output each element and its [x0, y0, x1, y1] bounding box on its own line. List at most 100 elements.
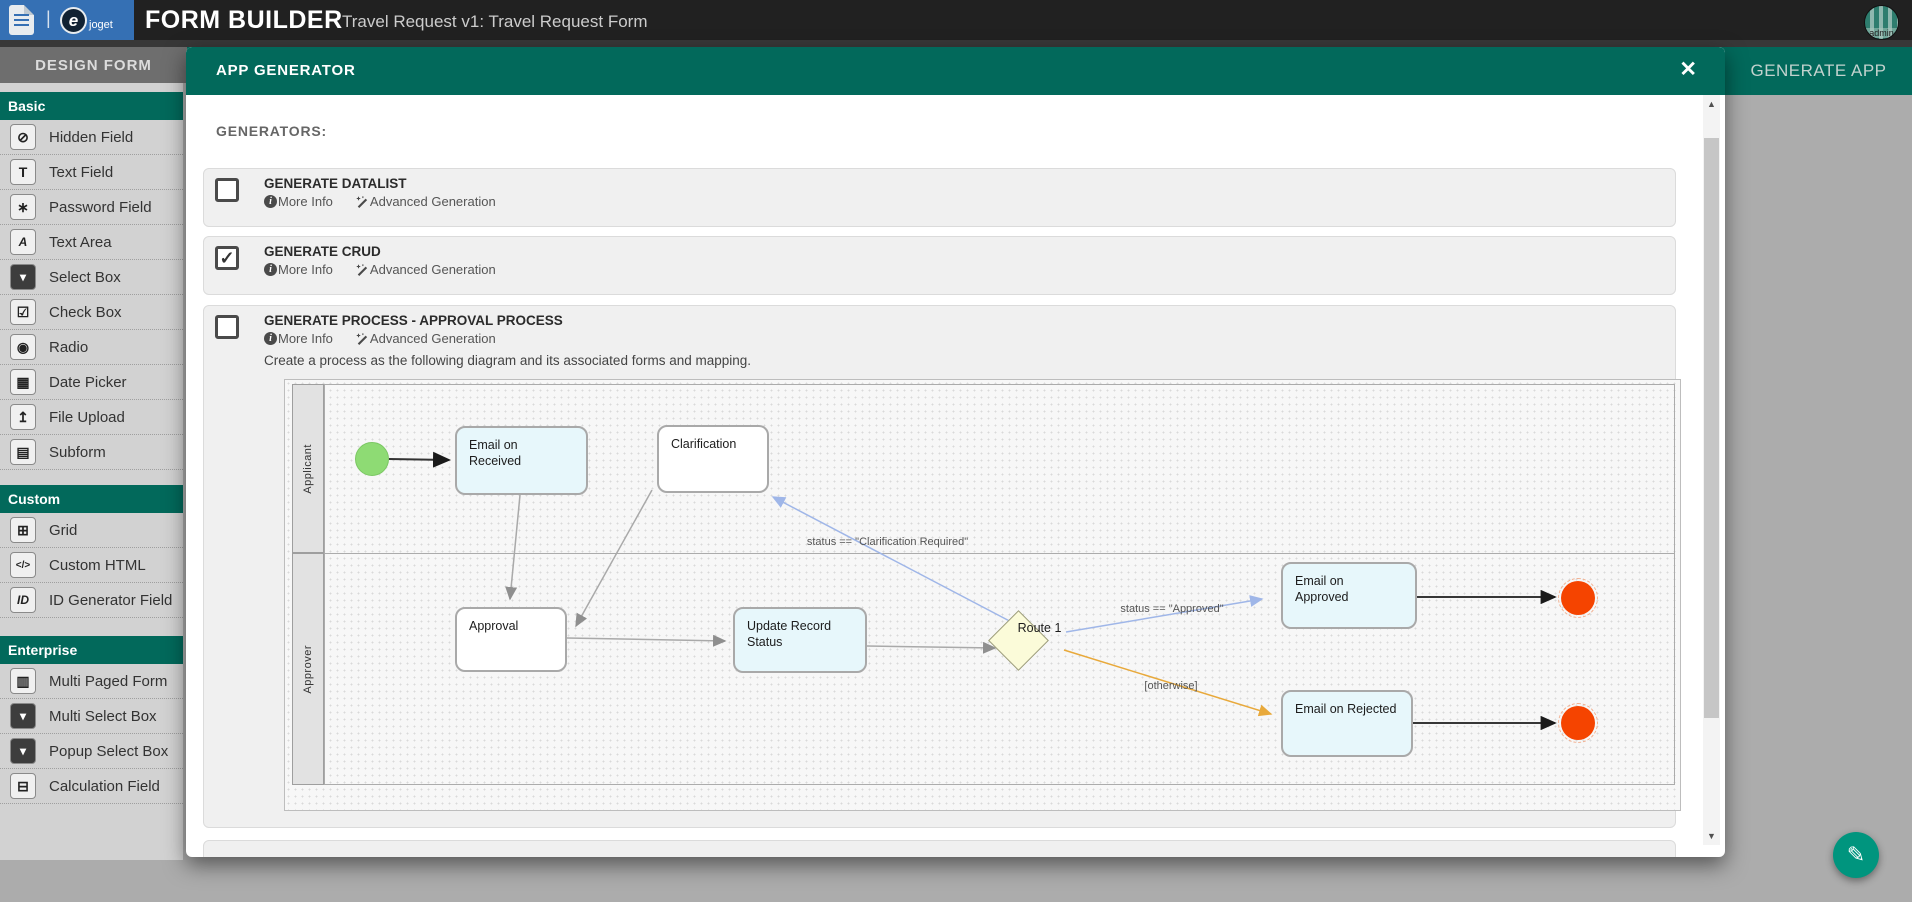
- info-icon: i: [264, 332, 277, 345]
- radio-icon: ◉: [10, 334, 36, 360]
- crud-checkbox[interactable]: ✓: [215, 246, 239, 270]
- id-icon: ID: [10, 587, 36, 613]
- advanced-generation-link[interactable]: Advanced Generation: [370, 331, 496, 346]
- palette-item-label: Check Box: [49, 304, 122, 321]
- joget-logo-icon[interactable]: e: [60, 7, 87, 34]
- close-icon[interactable]: ✕: [1679, 59, 1697, 80]
- advanced-generation-link[interactable]: Advanced Generation: [370, 194, 496, 209]
- more-info-link[interactable]: More Info: [278, 262, 333, 277]
- route1-label: Route 1: [997, 621, 1082, 635]
- palette-item-label: Hidden Field: [49, 129, 133, 146]
- datalist-checkbox[interactable]: [215, 178, 239, 202]
- task-email-on-rejected: Email on Rejected: [1281, 690, 1413, 757]
- generator-title: GENERATE PROCESS - APPROVAL PROCESS: [264, 313, 563, 328]
- edit-fab[interactable]: ✎: [1833, 832, 1879, 878]
- dialog-title: APP GENERATOR: [216, 62, 356, 79]
- magic-wand-icon: [355, 332, 369, 346]
- sidebar-item-multi-select-box[interactable]: ▾ Multi Select Box: [0, 699, 183, 734]
- palette-item-label: Password Field: [49, 199, 152, 216]
- logo-divider: |: [46, 8, 51, 29]
- palette-item-label: Select Box: [49, 269, 121, 286]
- more-info-link[interactable]: More Info: [278, 331, 333, 346]
- sidebar-item-text-field[interactable]: T Text Field: [0, 155, 183, 190]
- lane-divider: [325, 553, 1674, 554]
- scrollbar-thumb[interactable]: [1704, 138, 1719, 718]
- palette-item-label: Multi Paged Form: [49, 673, 167, 690]
- grid-icon: ⊞: [10, 517, 36, 543]
- check-box-icon: ☑: [10, 299, 36, 325]
- lane-label-applicant: Applicant: [292, 384, 324, 553]
- approval-process-diagram: Applicant Approver: [284, 379, 1681, 811]
- joget-logo-text: joget: [89, 19, 113, 31]
- palette-item-label: Custom HTML: [49, 557, 146, 574]
- sidebar-item-text-area[interactable]: A Text Area: [0, 225, 183, 260]
- generator-title: GENERATE CRUD: [264, 244, 381, 259]
- generator-row-datalist: GENERATE DATALIST i More Info Advanced G…: [203, 168, 1676, 227]
- sidebar-item-subform[interactable]: ▤ Subform: [0, 435, 183, 470]
- dialog-header: APP GENERATOR ✕: [186, 47, 1725, 95]
- info-icon: i: [264, 195, 277, 208]
- sidebar-item-radio[interactable]: ◉ Radio: [0, 330, 183, 365]
- palette-section-enterprise: Enterprise: [0, 636, 183, 664]
- task-update-record-status: Update Record Status: [733, 607, 867, 673]
- scroll-down-icon[interactable]: ▼: [1703, 827, 1720, 845]
- sidebar-item-calculation-field[interactable]: ⊟ Calculation Field: [0, 769, 183, 804]
- app-generator-dialog: APP GENERATOR ✕ GENERATORS: GENERATE DAT…: [186, 47, 1725, 857]
- form-element-palette: Basic ⊘ Hidden Field T Text Field ∗ Pass…: [0, 83, 183, 860]
- scroll-up-icon[interactable]: ▲: [1703, 95, 1720, 113]
- document-icon[interactable]: [9, 5, 34, 35]
- generators-heading: GENERATORS:: [216, 123, 327, 139]
- generator-row-crud: ✓ GENERATE CRUD i More Info Advanced Gen…: [203, 236, 1676, 295]
- code-icon: </>: [10, 552, 36, 578]
- sidebar-item-date-picker[interactable]: ▦ Date Picker: [0, 365, 183, 400]
- palette-item-label: ID Generator Field: [49, 592, 172, 609]
- sidebar-item-hidden-field[interactable]: ⊘ Hidden Field: [0, 120, 183, 155]
- sidebar-item-grid[interactable]: ⊞ Grid: [0, 513, 183, 548]
- text-field-icon: T: [10, 159, 36, 185]
- calendar-icon: ▦: [10, 369, 36, 395]
- sidebar-item-password-field[interactable]: ∗ Password Field: [0, 190, 183, 225]
- process-checkbox[interactable]: [215, 315, 239, 339]
- palette-section-basic: Basic: [0, 92, 183, 120]
- sidebar-item-select-box[interactable]: ▾ Select Box: [0, 260, 183, 295]
- modal-scrollbar: ▲ ▼: [1703, 95, 1720, 845]
- multi-select-box-icon: ▾: [10, 703, 36, 729]
- multi-paged-form-icon: ▥: [10, 668, 36, 694]
- upload-icon: ↥: [10, 404, 36, 430]
- user-avatar[interactable]: admin: [1864, 5, 1899, 40]
- task-clarification: Clarification: [657, 425, 769, 493]
- password-field-icon: ∗: [10, 194, 36, 220]
- generator-row-process: GENERATE PROCESS - APPROVAL PROCESS i Mo…: [203, 305, 1676, 828]
- task-approval: Approval: [455, 607, 567, 672]
- sidebar-item-file-upload[interactable]: ↥ File Upload: [0, 400, 183, 435]
- magic-wand-icon: [355, 263, 369, 277]
- subform-icon: ▤: [10, 439, 36, 465]
- end-node-rejected: [1561, 706, 1595, 740]
- start-node: [355, 442, 389, 476]
- avatar-label: admin: [1865, 28, 1898, 38]
- app-title: FORM BUILDER: [145, 6, 343, 35]
- generator-row-partial: [203, 840, 1676, 857]
- palette-item-label: Text Field: [49, 164, 113, 181]
- sidebar-item-custom-html[interactable]: </> Custom HTML: [0, 548, 183, 583]
- app-subtitle: Travel Request v1: Travel Request Form: [342, 12, 648, 32]
- palette-item-label: Radio: [49, 339, 88, 356]
- sidebar-item-id-generator-field[interactable]: ID ID Generator Field: [0, 583, 183, 618]
- edge-label-otherwise: [otherwise]: [1131, 680, 1211, 692]
- sidebar-item-check-box[interactable]: ☑ Check Box: [0, 295, 183, 330]
- more-info-link[interactable]: More Info: [278, 194, 333, 209]
- edge-label-approved: status == "Approved": [1112, 603, 1232, 615]
- palette-item-label: Subform: [49, 444, 106, 461]
- text-area-icon: A: [10, 229, 36, 255]
- palette-item-label: Date Picker: [49, 374, 127, 391]
- end-node-approved: [1561, 581, 1595, 615]
- palette-item-label: Calculation Field: [49, 778, 160, 795]
- logo-block: | e joget: [0, 0, 134, 40]
- palette-item-label: Popup Select Box: [49, 743, 168, 760]
- advanced-generation-link[interactable]: Advanced Generation: [370, 262, 496, 277]
- generate-app-button[interactable]: GENERATE APP: [1725, 47, 1912, 95]
- pencil-icon: ✎: [1847, 842, 1865, 868]
- palette-section-custom: Custom: [0, 485, 183, 513]
- sidebar-item-multi-paged-form[interactable]: ▥ Multi Paged Form: [0, 664, 183, 699]
- sidebar-item-popup-select-box[interactable]: ▾ Popup Select Box: [0, 734, 183, 769]
